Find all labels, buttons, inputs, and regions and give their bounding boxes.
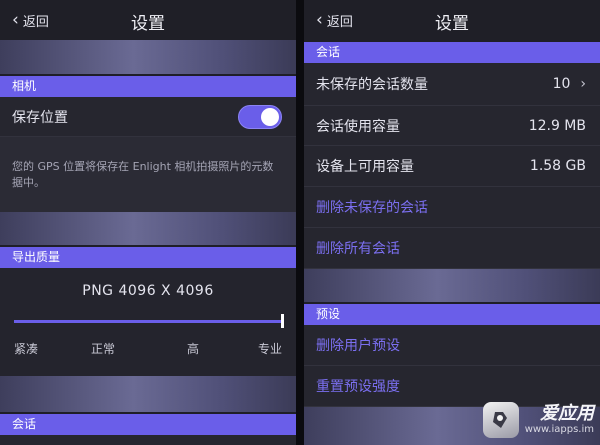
decorative-band: [0, 376, 296, 412]
save-location-toggle[interactable]: [238, 104, 282, 129]
unsaved-sessions-label: 未保存的会话数量: [316, 77, 428, 93]
available-space-label: 设备上可用容量: [316, 159, 414, 175]
quality-slider-thumb[interactable]: [281, 314, 284, 328]
unsaved-sessions-value: 10: [552, 76, 571, 92]
decorative-band: [304, 269, 600, 302]
nav-bar: ‹ 返回 设置: [304, 0, 600, 40]
quality-level-high[interactable]: 高: [187, 340, 199, 357]
right-settings-screen: ‹ 返回 设置 会话 未保存的会话数量 10 › 会话使用容量 12.9 MB …: [304, 0, 600, 445]
section-header-export: 导出质量: [0, 247, 296, 268]
delete-user-presets-button[interactable]: 删除用户预设: [304, 325, 600, 366]
save-location-row: 保存位置: [0, 97, 296, 137]
panel-divider: [296, 0, 304, 445]
session-usage-label: 会话使用容量: [316, 118, 400, 135]
row-stub: [0, 435, 296, 445]
section-header-presets: 预设: [304, 304, 600, 325]
format-label: PNG 4096 X 4096: [82, 283, 214, 299]
quality-level-normal[interactable]: 正常: [91, 340, 115, 357]
section-header-session: 会话: [0, 414, 296, 435]
gps-note: 您的 GPS 位置将保存在 Enlight 相机拍摄照片的元数据中。: [0, 137, 296, 212]
delete-all-sessions-label: 删除所有会话: [316, 241, 400, 257]
section-header-session: 会话: [304, 42, 600, 63]
quality-level-compact[interactable]: 紧凑: [14, 340, 38, 357]
toggle-knob: [261, 107, 279, 126]
section-header-camera: 相机: [0, 76, 296, 97]
delete-unsaved-sessions-label: 删除未保存的会话: [316, 200, 428, 216]
watermark-name: 爱应用: [540, 403, 594, 424]
watermark-url: www.iapps.im: [524, 424, 594, 435]
session-usage-row: 会话使用容量 12.9 MB: [304, 106, 600, 146]
reset-preset-strength-label: 重置预设强度: [316, 379, 400, 395]
delete-all-sessions-button[interactable]: 删除所有会话: [304, 228, 600, 269]
quality-slider-track[interactable]: [14, 320, 282, 323]
export-quality-panel: PNG 4096 X 4096 紧凑 正常 高 专业: [0, 268, 296, 376]
available-space-row: 设备上可用容量 1.58 GB: [304, 146, 600, 187]
quality-level-pro[interactable]: 专业: [258, 340, 282, 357]
page-title: 设置: [435, 14, 469, 34]
iapps-logo-icon: [482, 402, 519, 438]
decorative-band: [0, 212, 296, 245]
chevron-right-icon: ›: [580, 76, 586, 92]
watermark-text: 爱应用 www.iapps.im: [525, 404, 594, 436]
unsaved-sessions-row[interactable]: 未保存的会话数量 10 ›: [304, 63, 600, 106]
delete-unsaved-sessions-button[interactable]: 删除未保存的会话: [304, 187, 600, 228]
watermark: 爱应用 www.iapps.im: [454, 399, 594, 441]
page-title: 设置: [131, 14, 165, 34]
nav-bar: ‹ 返回 设置: [0, 0, 296, 40]
delete-user-presets-label: 删除用户预设: [316, 338, 400, 354]
decorative-band: [0, 40, 296, 74]
left-settings-screen: ‹ 返回 设置 相机 保存位置 您的 GPS 位置将保存在 Enlight 相机…: [0, 0, 296, 445]
save-location-label: 保存位置: [12, 109, 68, 126]
available-space-value: 1.58 GB: [529, 158, 586, 174]
session-usage-value: 12.9 MB: [528, 117, 586, 134]
